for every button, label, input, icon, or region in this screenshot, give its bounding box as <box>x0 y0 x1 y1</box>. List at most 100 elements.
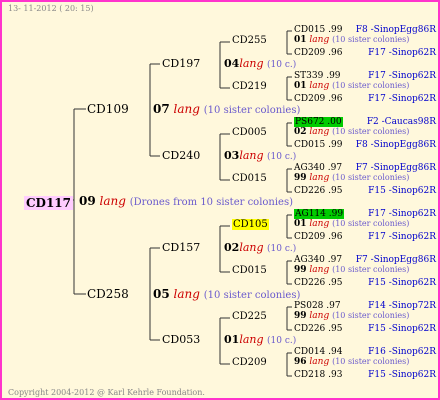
root-number: 09 <box>79 194 96 208</box>
root-info: 09 lang (Drones from 10 sister colonies) <box>79 195 293 208</box>
l2-node-2-number: 02 <box>224 241 240 254</box>
l3-node-0-info: 01 lang (10 sister colonies) <box>294 36 409 45</box>
l2-node-0-info: 04lang (10 c.) <box>224 58 296 70</box>
ancestor-id: CD218 .93 <box>294 370 343 380</box>
l3-node-7-desc: (10 sister colonies) <box>332 357 410 366</box>
ancestor-id: ST339 .99 <box>294 71 341 81</box>
l3-node-5-id[interactable]: CD015 <box>232 266 267 276</box>
ancestor-row[interactable]: PS672 .00 F2 -Caucas98R <box>294 117 436 127</box>
l3-node-2-lang: lang <box>309 127 330 137</box>
l2-node-0-id[interactable]: CD197 <box>162 58 200 69</box>
ancestor-line: F17 -Sinop62R <box>368 71 436 81</box>
l3-node-4-info: 01 lang (10 sister colonies) <box>294 220 409 229</box>
l1-node-1-id[interactable]: CD258 <box>87 288 129 300</box>
ancestor-row[interactable]: CD209 .96 F17 -Sinop62R <box>294 95 436 104</box>
ancestor-row[interactable]: CD209 .96 F17 -Sinop62R <box>294 49 436 58</box>
l3-node-1-id[interactable]: CD219 <box>232 82 267 92</box>
l2-node-2-id[interactable]: CD157 <box>162 242 200 253</box>
l3-node-0-lang: lang <box>309 35 330 45</box>
ancestor-row[interactable]: CD014 .94 F16 -Sinop62R <box>294 348 436 357</box>
l3-node-2-id[interactable]: CD005 <box>232 128 267 138</box>
ancestor-line: F17 -Sinop62R <box>368 94 436 104</box>
l2-node-2-info: 02lang (10 c.) <box>224 242 296 254</box>
l3-node-6-number: 99 <box>294 311 307 321</box>
ancestor-row[interactable]: CD218 .93 F15 -Sinop62R <box>294 371 436 380</box>
l1-node-1-desc: (10 sister colonies) <box>203 290 301 301</box>
l2-node-1-desc: (10 c.) <box>267 152 297 162</box>
l1-node-0-number: 07 <box>153 102 170 116</box>
l3-node-1-info: 01 lang (10 sister colonies) <box>294 82 409 91</box>
l3-node-5-lang: lang <box>309 265 330 275</box>
l2-node-1-id[interactable]: CD240 <box>162 150 200 161</box>
l3-node-2-desc: (10 sister colonies) <box>332 127 410 136</box>
ancestor-line: F15 -Sinop62R <box>368 324 436 334</box>
l3-node-5-number: 99 <box>294 265 307 275</box>
l3-node-4-id[interactable]: CD105 <box>232 219 269 230</box>
l3-node-1-lang: lang <box>309 81 330 91</box>
l3-node-0-number: 01 <box>294 35 307 45</box>
ancestor-id: CD209 .96 <box>294 48 343 58</box>
l2-node-3-info: 01lang (10 c.) <box>224 334 296 346</box>
ancestor-row[interactable]: CD226 .95 F15 -Sinop62R <box>294 279 436 288</box>
ancestor-line: F8 -SinopEgg86R <box>355 25 436 35</box>
l2-node-0-lang: lang <box>239 57 264 70</box>
ancestor-id: CD015 .99 <box>294 25 343 35</box>
ancestor-row[interactable]: PS028 .97 F14 -Sinop72R <box>294 302 436 311</box>
l2-node-2-lang: lang <box>239 241 264 254</box>
l3-node-7-number: 96 <box>294 357 307 367</box>
l2-node-1-lang: lang <box>239 149 264 162</box>
l1-node-1-info: 05 lang (10 sister colonies) <box>153 288 300 301</box>
l3-node-5-desc: (10 sister colonies) <box>332 265 410 274</box>
ancestor-row[interactable]: AG340 .97 F7 -SinopEgg86R <box>294 256 436 265</box>
ancestor-row[interactable]: CD226 .95 F15 -Sinop62R <box>294 187 436 196</box>
l1-node-1-number: 05 <box>153 287 170 301</box>
ancestor-id: CD209 .96 <box>294 232 343 242</box>
l3-node-6-id[interactable]: CD225 <box>232 312 267 322</box>
ancestor-line: F2 -Caucas98R <box>366 117 436 127</box>
root-desc: (Drones from 10 sister colonies) <box>129 197 294 208</box>
l3-node-7-info: 96 lang (10 sister colonies) <box>294 358 409 367</box>
ancestor-row[interactable]: AG114 .99 F17 -Sinop62R <box>294 209 436 219</box>
l3-node-7-id[interactable]: CD209 <box>232 358 267 368</box>
l3-node-0-id[interactable]: CD255 <box>232 36 267 46</box>
l3-node-4-lang: lang <box>309 219 330 229</box>
l3-node-4-number: 01 <box>294 219 307 229</box>
ancestor-row[interactable]: CD209 .96 F17 -Sinop62R <box>294 233 436 242</box>
l3-node-0-desc: (10 sister colonies) <box>332 35 410 44</box>
l2-node-1-info: 03lang (10 c.) <box>224 150 296 162</box>
l1-node-0-lang: lang <box>173 102 200 116</box>
l3-node-2-number: 02 <box>294 127 307 137</box>
l3-node-3-desc: (10 sister colonies) <box>332 173 410 182</box>
l2-node-0-number: 04 <box>224 57 240 70</box>
l3-node-4-id-text: CD105 <box>232 219 269 230</box>
ancestor-id: CD226 .95 <box>294 278 343 288</box>
ancestor-row[interactable]: AG340 .97 F7 -SinopEgg86R <box>294 164 436 173</box>
l2-node-3-desc: (10 c.) <box>267 336 297 346</box>
root-id: CD117 <box>24 196 74 210</box>
l3-node-1-desc: (10 sister colonies) <box>332 81 410 90</box>
l3-node-6-info: 99 lang (10 sister colonies) <box>294 312 409 321</box>
ancestor-line: F7 -SinopEgg86R <box>355 255 436 265</box>
print-date: 13- 11-2012 ( 20: 15) <box>8 4 94 13</box>
l3-node-3-lang: lang <box>309 173 330 183</box>
l1-node-1-lang: lang <box>173 287 200 301</box>
l2-node-3-lang: lang <box>239 333 264 346</box>
root-node[interactable]: CD117 <box>24 194 74 210</box>
l2-node-2-desc: (10 c.) <box>267 244 297 254</box>
l3-node-3-id[interactable]: CD015 <box>232 174 267 184</box>
ancestor-id: PS672 .00 <box>294 117 343 127</box>
ancestor-id: CD226 .95 <box>294 324 343 334</box>
ancestor-id: AG114 .99 <box>294 209 345 219</box>
l1-node-0-id[interactable]: CD109 <box>87 103 129 115</box>
l1-node-0-desc: (10 sister colonies) <box>203 105 301 116</box>
l2-node-3-number: 01 <box>224 333 240 346</box>
ancestor-id: PS028 .97 <box>294 301 341 311</box>
ancestor-row[interactable]: CD015 .99 F8 -SinopEgg86R <box>294 141 436 150</box>
l2-node-3-id[interactable]: CD053 <box>162 334 200 345</box>
ancestor-line: F7 -SinopEgg86R <box>355 163 436 173</box>
ancestor-row[interactable]: ST339 .99 F17 -Sinop62R <box>294 72 436 81</box>
ancestor-row[interactable]: CD015 .99 F8 -SinopEgg86R <box>294 26 436 35</box>
l3-node-5-info: 99 lang (10 sister colonies) <box>294 266 409 275</box>
ancestor-line: F17 -Sinop62R <box>368 209 436 219</box>
ancestor-row[interactable]: CD226 .95 F15 -Sinop62R <box>294 325 436 334</box>
